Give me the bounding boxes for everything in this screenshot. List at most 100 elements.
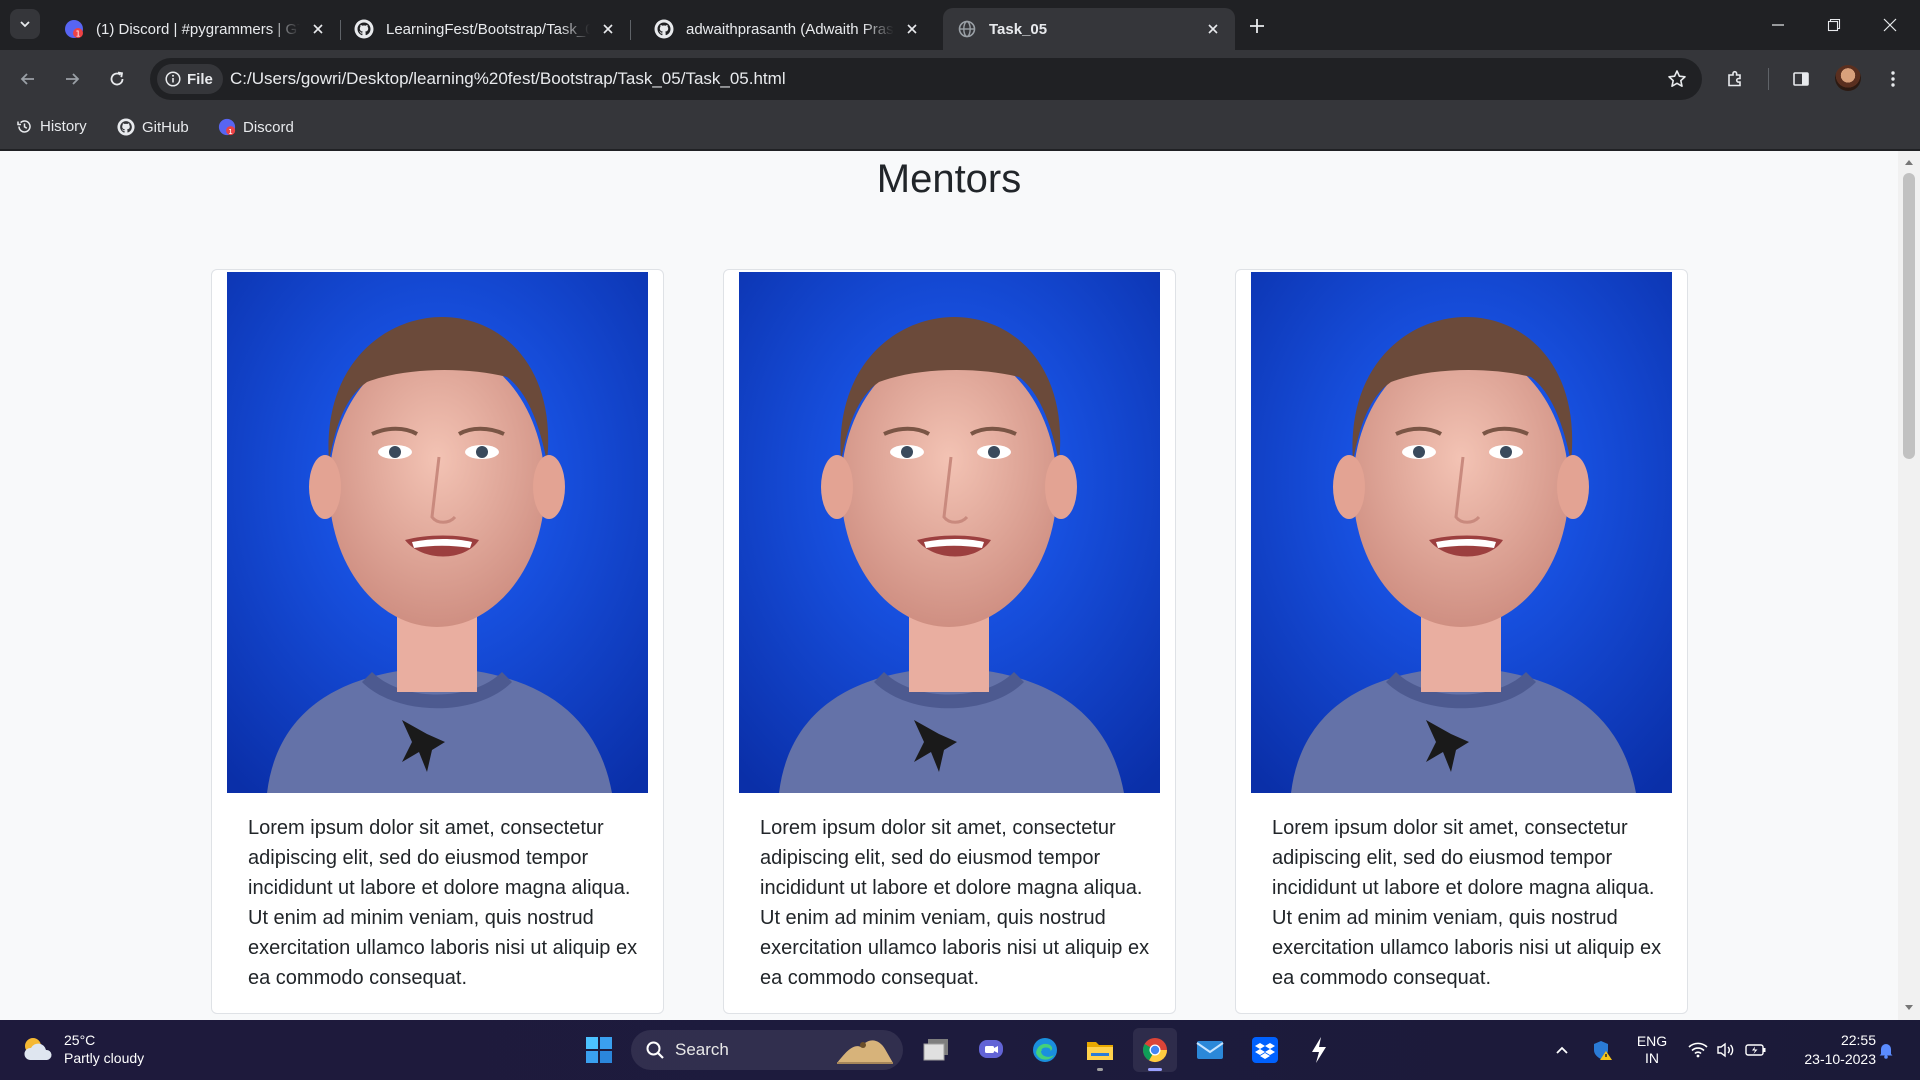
- windows-logo-icon: [586, 1037, 612, 1063]
- start-button[interactable]: [577, 1028, 621, 1072]
- vertical-scrollbar[interactable]: [1898, 151, 1920, 1020]
- bookmark-star-icon[interactable]: [1666, 68, 1688, 90]
- card-description: Lorem ipsum dolor sit amet, consectetur …: [760, 817, 1150, 989]
- info-icon: [165, 71, 181, 87]
- partly-cloudy-icon: [24, 1038, 52, 1060]
- new-tab-button[interactable]: [1243, 12, 1271, 40]
- windows-taskbar: 25°C Partly cloudy Search ENG IN 22:55 2…: [0, 1020, 1920, 1080]
- chevron-down-icon: [20, 21, 30, 28]
- svg-text:1: 1: [228, 127, 233, 136]
- bookmark-label: History: [40, 118, 87, 135]
- github-icon: [654, 19, 674, 39]
- tab-strip: 1 (1) Discord | #pygrammers | GT Learnin…: [0, 0, 1920, 50]
- tab-title: adwaithprasanth (Adwaith Prasanth): [686, 20, 894, 38]
- mentor-photo: [739, 272, 1160, 793]
- edge-app[interactable]: [1023, 1028, 1067, 1072]
- volume-icon[interactable]: [1714, 1020, 1738, 1080]
- system-clock[interactable]: 22:55 23-10-2023: [1782, 1020, 1876, 1080]
- dropbox-icon: [1252, 1037, 1278, 1063]
- arrow-left-icon: [20, 73, 34, 85]
- task-view-button[interactable]: [914, 1028, 958, 1072]
- mentor-photo: [1251, 272, 1672, 793]
- weather-condition: Partly cloudy: [64, 1050, 145, 1066]
- weather-widget[interactable]: 25°C Partly cloudy: [20, 1032, 144, 1066]
- search-icon: [646, 1041, 664, 1059]
- dropbox-app[interactable]: [1243, 1028, 1287, 1072]
- notification-bell-icon[interactable]: [1874, 1020, 1898, 1080]
- bookmark-label: GitHub: [142, 118, 189, 136]
- bookmark-github[interactable]: GitHub: [117, 118, 189, 136]
- bookmark-discord[interactable]: 1 Discord: [218, 118, 294, 136]
- discord-icon: 1: [64, 19, 84, 39]
- page-viewport: Mentors Lorem ipsum dolor sit amet, cons…: [0, 151, 1920, 1020]
- clock-time: 22:55: [1840, 1032, 1876, 1048]
- discord-icon: 1: [218, 118, 236, 136]
- security-shield-icon[interactable]: [1590, 1020, 1616, 1080]
- file-explorer-app[interactable]: [1078, 1028, 1122, 1072]
- github-icon: [117, 118, 135, 136]
- chip-label: File: [187, 70, 213, 88]
- mail-app[interactable]: [1188, 1028, 1232, 1072]
- language-region: IN: [1645, 1050, 1659, 1066]
- tab-title: (1) Discord | #pygrammers | GT: [96, 20, 300, 38]
- profile-avatar[interactable]: [1835, 65, 1861, 91]
- side-panel-button[interactable]: [1785, 63, 1817, 95]
- chat-icon: [979, 1040, 1003, 1058]
- close-icon[interactable]: [596, 17, 620, 41]
- teams-chat-app[interactable]: [969, 1028, 1013, 1072]
- plus-icon: [1250, 19, 1264, 33]
- tab-github-profile[interactable]: adwaithprasanth (Adwaith Prasanth): [640, 8, 934, 50]
- weather-temp: 25°C: [64, 1032, 96, 1048]
- battery-icon[interactable]: [1742, 1020, 1770, 1080]
- minimize-button[interactable]: [1750, 0, 1806, 50]
- mentor-card: Lorem ipsum dolor sit amet, consectetur …: [211, 269, 664, 1014]
- tab-search-button[interactable]: [10, 9, 40, 39]
- language-code: ENG: [1636, 1033, 1668, 1049]
- chrome-app[interactable]: [1133, 1028, 1177, 1072]
- url-text[interactable]: C:/Users/gowri/Desktop/learning%20fest/B…: [230, 69, 786, 89]
- history-icon: [17, 120, 31, 133]
- card-description: Lorem ipsum dolor sit amet, consectetur …: [248, 817, 638, 989]
- close-icon[interactable]: [306, 17, 330, 41]
- close-icon[interactable]: [900, 17, 924, 41]
- tray-overflow-chevron-icon[interactable]: [1548, 1020, 1576, 1080]
- lightning-icon: [1312, 1037, 1326, 1063]
- extensions-button[interactable]: [1719, 63, 1751, 95]
- language-indicator[interactable]: ENG IN: [1630, 1020, 1674, 1080]
- tab-title: LearningFest/Bootstrap/Task_05: [386, 20, 590, 38]
- back-button[interactable]: [12, 63, 44, 95]
- kebab-menu-icon: [1891, 71, 1895, 87]
- page-title: Mentors: [876, 157, 1022, 201]
- card-description: Lorem ipsum dolor sit amet, consectetur …: [1272, 817, 1662, 989]
- site-info-chip[interactable]: File: [157, 64, 223, 94]
- bookmark-history[interactable]: History: [16, 118, 87, 135]
- tab-task05[interactable]: Task_05: [943, 8, 1235, 50]
- close-window-button[interactable]: [1862, 0, 1918, 50]
- github-icon: [354, 19, 374, 39]
- arrow-right-icon: [66, 73, 80, 85]
- close-icon[interactable]: [1201, 17, 1225, 41]
- forward-button[interactable]: [56, 63, 88, 95]
- svg-text:1: 1: [75, 30, 80, 39]
- scroll-down-icon[interactable]: [1904, 1003, 1914, 1013]
- wifi-icon[interactable]: [1686, 1020, 1710, 1080]
- address-bar[interactable]: File C:/Users/gowri/Desktop/learning%20f…: [150, 58, 1702, 100]
- menu-button[interactable]: [1877, 63, 1909, 95]
- clock-date: 23-10-2023: [1804, 1051, 1876, 1067]
- scrollbar-thumb[interactable]: [1903, 173, 1915, 459]
- mentor-photo: [227, 272, 648, 793]
- reload-icon: [110, 71, 124, 86]
- scroll-up-icon[interactable]: [1904, 157, 1914, 167]
- search-highlight-icon: [837, 1040, 893, 1064]
- bookmark-label: Discord: [243, 118, 294, 136]
- tab-github-learningfest[interactable]: LearningFest/Bootstrap/Task_05: [340, 8, 631, 50]
- restore-button[interactable]: [1806, 0, 1862, 50]
- taskbar-search[interactable]: Search: [631, 1030, 903, 1070]
- tab-title: Task_05: [989, 20, 1048, 38]
- tab-discord[interactable]: 1 (1) Discord | #pygrammers | GT: [50, 8, 341, 50]
- reload-button[interactable]: [101, 63, 133, 95]
- task-view-icon: [923, 1039, 948, 1061]
- folder-icon: [1087, 1042, 1113, 1060]
- puzzle-icon: [1728, 70, 1741, 87]
- bolt-app[interactable]: [1297, 1028, 1341, 1072]
